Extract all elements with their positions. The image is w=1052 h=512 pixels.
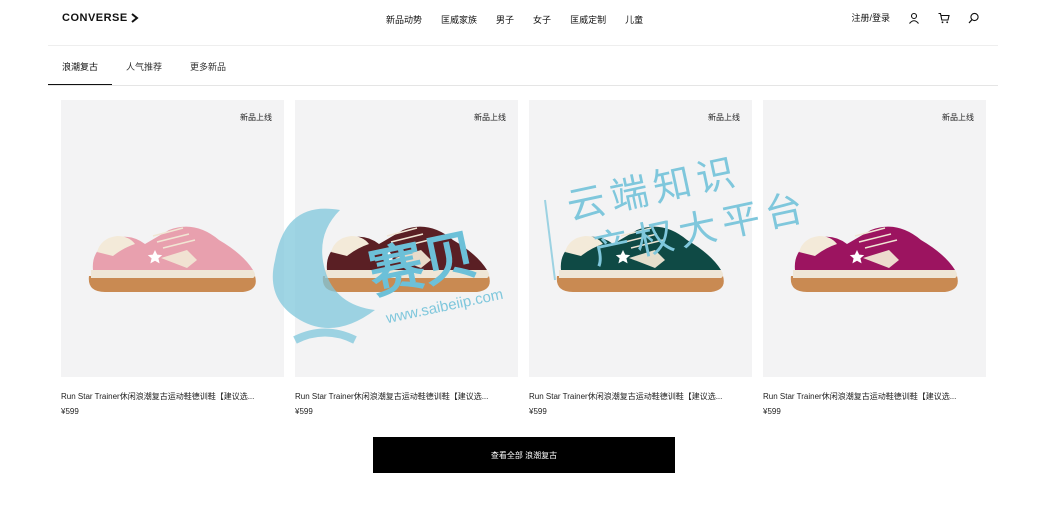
product-title[interactable]: Run Star Trainer休闲浪潮复古运动鞋德训鞋【建议选... xyxy=(295,391,518,402)
tab-retro[interactable]: 浪潮复古 xyxy=(48,54,113,86)
nav-item-men[interactable]: 男子 xyxy=(496,13,514,26)
nav-item-new[interactable]: 新品动势 xyxy=(386,13,422,26)
product-card[interactable]: 新品上线 Run Star Trainer休闲浪潮复古运动鞋德训鞋【建议选...… xyxy=(61,100,284,416)
new-badge: 新品上线 xyxy=(708,113,740,122)
logo-text: CONVERSE xyxy=(62,12,128,24)
new-badge: 新品上线 xyxy=(942,113,974,122)
product-title[interactable]: Run Star Trainer休闲浪潮复古运动鞋德训鞋【建议选... xyxy=(763,391,986,402)
product-title[interactable]: Run Star Trainer休闲浪潮复古运动鞋德训鞋【建议选... xyxy=(61,391,284,402)
view-all-button[interactable]: 查看全部 浪潮复古 xyxy=(373,437,675,473)
new-badge: 新品上线 xyxy=(240,113,272,122)
product-price: ¥599 xyxy=(295,407,313,416)
nav-item-kids[interactable]: 儿童 xyxy=(625,13,643,26)
product-image[interactable]: 新品上线 xyxy=(61,100,284,377)
nav-item-women[interactable]: 女子 xyxy=(533,13,551,26)
view-all-label: 查看全部 浪潮复古 xyxy=(490,450,558,460)
sneaker-image xyxy=(88,226,256,292)
product-price: ¥599 xyxy=(763,407,781,416)
header-divider xyxy=(48,45,998,46)
nav-item-custom[interactable]: 匡威定制 xyxy=(570,13,606,26)
new-badge: 新品上线 xyxy=(474,113,506,122)
tabs-divider xyxy=(48,85,998,86)
header-actions: 注册/登录 xyxy=(851,11,980,24)
product-price: ¥599 xyxy=(529,407,547,416)
search-icon[interactable] xyxy=(968,12,980,24)
tab-more-new[interactable]: 更多新品 xyxy=(176,54,240,84)
site-header: CONVERSE 新品动势 匡威家族 男子 女子 匡威定制 儿童 注册/登录 xyxy=(0,0,1052,40)
product-title[interactable]: Run Star Trainer休闲浪潮复古运动鞋德训鞋【建议选... xyxy=(529,391,752,402)
main-nav: 新品动势 匡威家族 男子 女子 匡威定制 儿童 xyxy=(386,13,662,26)
nav-item-family[interactable]: 匡威家族 xyxy=(441,13,477,26)
logo-arrow-icon xyxy=(131,13,139,23)
category-tabs: 浪潮复古 人气推荐 更多新品 xyxy=(48,54,240,86)
product-price: ¥599 xyxy=(61,407,79,416)
tab-popular[interactable]: 人气推荐 xyxy=(112,54,176,84)
cart-icon[interactable] xyxy=(938,12,950,24)
login-link[interactable]: 注册/登录 xyxy=(851,11,890,24)
user-icon[interactable] xyxy=(908,12,920,24)
converse-logo[interactable]: CONVERSE xyxy=(62,12,141,24)
